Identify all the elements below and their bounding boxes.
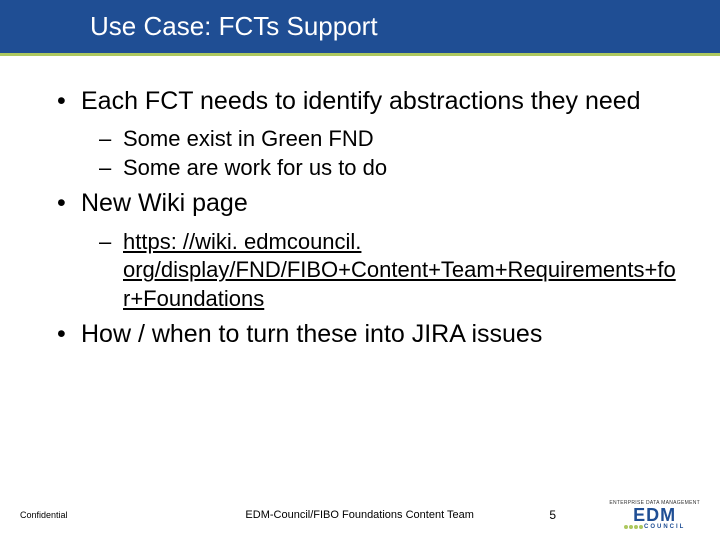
edm-logo: ENTERPRISE DATA MANAGEMENT EDM COUNCIL bbox=[609, 500, 700, 530]
sub-bullet-text: Some are work for us to do bbox=[123, 155, 387, 180]
list-item: New Wiki page https: //wiki. edmcouncil.… bbox=[55, 188, 680, 313]
list-item: Each FCT needs to identify abstractions … bbox=[55, 86, 680, 182]
list-item: Some exist in Green FND bbox=[81, 125, 680, 154]
confidential-label: Confidential bbox=[20, 510, 130, 520]
logo-main-text: EDM bbox=[633, 507, 676, 523]
list-item: Some are work for us to do bbox=[81, 154, 680, 183]
bullet-list: Each FCT needs to identify abstractions … bbox=[55, 86, 680, 351]
bullet-text: New Wiki page bbox=[81, 189, 248, 217]
slide-title: Use Case: FCTs Support bbox=[90, 11, 378, 42]
content-area: Each FCT needs to identify abstractions … bbox=[0, 56, 720, 351]
logo-dots-icon bbox=[624, 525, 643, 529]
page-number: 5 bbox=[549, 508, 609, 522]
bullet-text: How / when to turn these into JIRA issue… bbox=[81, 320, 542, 348]
sub-list: https: //wiki. edmcouncil. org/display/F… bbox=[81, 228, 680, 314]
sub-bullet-text: Some exist in Green FND bbox=[123, 126, 374, 151]
sub-list: Some exist in Green FND Some are work fo… bbox=[81, 125, 680, 182]
footer: Confidential EDM-Council/FIBO Foundation… bbox=[0, 500, 720, 530]
list-item: How / when to turn these into JIRA issue… bbox=[55, 319, 680, 350]
list-item: https: //wiki. edmcouncil. org/display/F… bbox=[81, 228, 680, 314]
footer-center-text: EDM-Council/FIBO Foundations Content Tea… bbox=[130, 509, 549, 521]
logo-sub: COUNCIL bbox=[624, 524, 685, 530]
logo-council-text: COUNCIL bbox=[644, 524, 685, 530]
wiki-link[interactable]: https: //wiki. edmcouncil. org/display/F… bbox=[123, 229, 676, 311]
title-band: Use Case: FCTs Support bbox=[0, 0, 720, 56]
bullet-text: Each FCT needs to identify abstractions … bbox=[81, 87, 641, 115]
